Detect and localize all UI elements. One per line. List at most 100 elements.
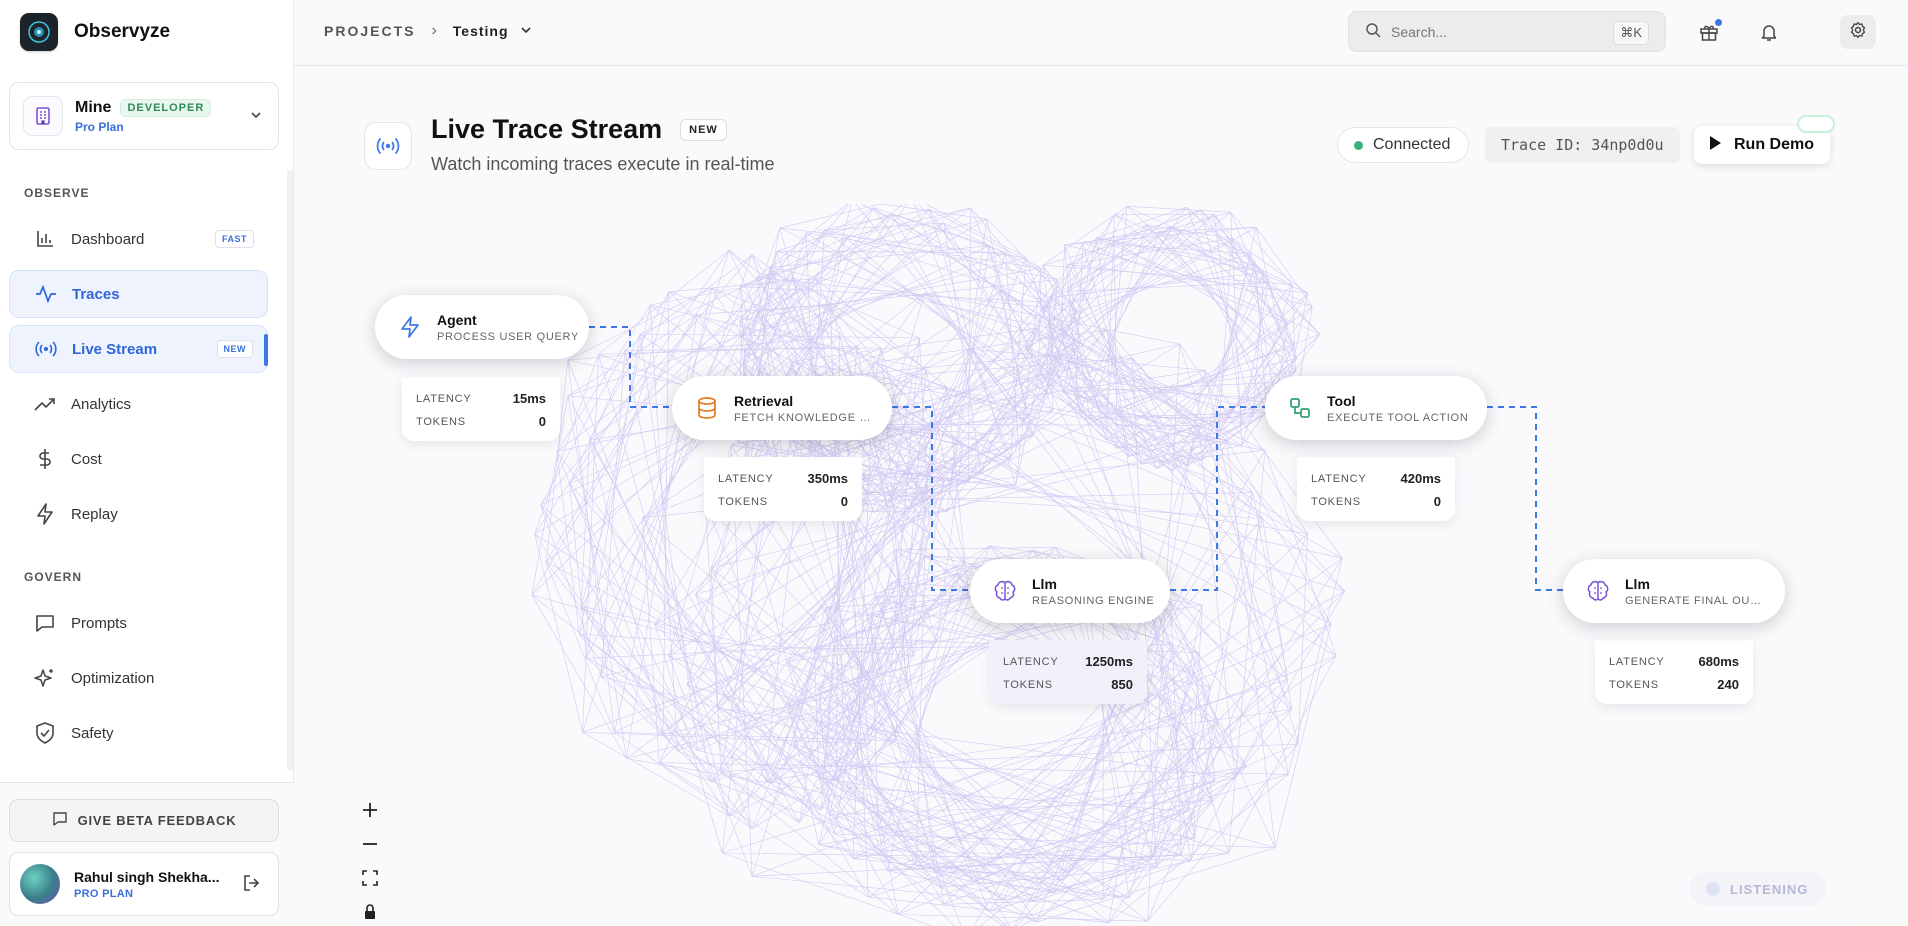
sidebar-footer: GIVE BETA FEEDBACK Rahul singh Shekha...… <box>0 782 294 926</box>
sidebar-item-label: Dashboard <box>71 230 145 248</box>
bell-icon[interactable] <box>1757 20 1781 44</box>
breadcrumb: PROJECTS › Testing <box>324 22 533 40</box>
latency-label: LATENCY <box>718 472 774 485</box>
workspace-role-badge: DEVELOPER <box>120 98 212 117</box>
latency-value: 350ms <box>807 471 848 486</box>
trace-node-llm-final[interactable]: Llm GENERATE FINAL OUT... <box>1563 559 1785 623</box>
sidebar-item-prompts[interactable]: Prompts <box>9 599 268 647</box>
chevron-down-icon <box>248 107 264 128</box>
sidebar-item-replay[interactable]: Replay <box>9 490 268 538</box>
sidebar-item-label: Prompts <box>71 614 127 632</box>
sidebar-item-live-stream[interactable]: Live Stream NEW <box>9 325 268 373</box>
sidebar-item-cost[interactable]: Cost <box>9 435 268 483</box>
user-plan: PRO PLAN <box>74 887 134 900</box>
node-metrics: LATENCY 680ms TOKENS 240 <box>1595 640 1753 704</box>
database-icon <box>694 395 720 421</box>
tokens-label: TOKENS <box>718 495 768 508</box>
page-title-row: Live Trace Stream NEW <box>431 114 727 145</box>
zoom-in-icon[interactable] <box>356 796 384 824</box>
bar-chart-icon <box>33 227 57 251</box>
zoom-out-icon[interactable] <box>356 830 384 858</box>
sidebar: Observyze Mine DEVELOPER Pro Plan OBSERV… <box>0 0 294 926</box>
breadcrumb-separator: › <box>431 22 437 39</box>
section-label-govern: GOVERN <box>24 570 83 584</box>
new-badge: NEW <box>216 340 253 358</box>
tokens-label: TOKENS <box>1311 495 1361 508</box>
latency-value: 420ms <box>1400 471 1441 486</box>
node-metrics: LATENCY 350ms TOKENS 0 <box>704 457 862 521</box>
node-action: REASONING ENGINE <box>1032 594 1155 607</box>
latency-label: LATENCY <box>1609 655 1665 668</box>
node-action: PROCESS USER QUERY <box>437 330 579 343</box>
sidebar-item-safety[interactable]: Safety <box>9 709 268 757</box>
node-metrics: LATENCY 420ms TOKENS 0 <box>1297 457 1455 521</box>
fit-view-icon[interactable] <box>356 864 384 892</box>
latency-value: 680ms <box>1698 654 1739 669</box>
page-title: Live Trace Stream <box>431 114 663 144</box>
latency-label: LATENCY <box>416 392 472 405</box>
building-icon <box>23 96 63 136</box>
tokens-value: 0 <box>538 414 546 429</box>
status-dot <box>1354 140 1363 150</box>
broadcast-icon <box>34 337 58 361</box>
trace-node-tool[interactable]: Tool EXECUTE TOOL ACTION <box>1265 376 1487 440</box>
user-card[interactable]: Rahul singh Shekha... PRO PLAN <box>9 852 279 916</box>
trace-node-retrieval[interactable]: Retrieval FETCH KNOWLEDGE B... <box>672 376 892 440</box>
tokens-value: 240 <box>1717 677 1739 692</box>
search-input[interactable]: Search... ⌘K <box>1348 11 1666 52</box>
sidebar-item-label: Replay <box>71 505 118 523</box>
workspace-switcher[interactable]: Mine DEVELOPER Pro Plan <box>9 82 279 150</box>
listening-label: LISTENING <box>1730 881 1809 897</box>
node-type: Llm <box>1032 575 1057 592</box>
node-action: GENERATE FINAL OUT... <box>1625 594 1765 607</box>
topbar: PROJECTS › Testing Search... ⌘K <box>294 0 1908 66</box>
breadcrumb-projects[interactable]: PROJECTS <box>324 23 415 39</box>
feedback-label: GIVE BETA FEEDBACK <box>77 813 237 828</box>
zap-icon <box>397 314 423 340</box>
sparkles-icon <box>33 666 57 690</box>
play-icon <box>1708 135 1722 156</box>
app-name: Observyze <box>74 21 171 42</box>
dollar-icon <box>33 447 57 471</box>
canvas-controls <box>356 796 384 926</box>
lock-icon[interactable] <box>356 898 384 926</box>
zap-icon <box>33 502 57 526</box>
project-selector[interactable]: Testing <box>453 23 533 40</box>
sidebar-scrollbar[interactable] <box>287 170 293 770</box>
status-toggle[interactable] <box>1797 115 1835 133</box>
node-type: Tool <box>1327 392 1356 409</box>
settings-button[interactable] <box>1840 15 1876 49</box>
node-metrics: LATENCY 15ms TOKENS 0 <box>402 377 560 441</box>
connection-status: Connected <box>1337 127 1470 163</box>
sidebar-item-dashboard[interactable]: Dashboard FAST <box>9 215 268 263</box>
listening-dot <box>1706 882 1720 896</box>
trace-node-agent[interactable]: Agent PROCESS USER QUERY <box>375 295 589 359</box>
logout-icon[interactable] <box>242 873 262 898</box>
sidebar-item-label: Cost <box>71 450 102 468</box>
brand[interactable]: Observyze <box>20 12 170 52</box>
tokens-label: TOKENS <box>416 415 466 428</box>
broadcast-icon <box>364 122 412 170</box>
latency-label: LATENCY <box>1311 472 1367 485</box>
sidebar-item-analytics[interactable]: Analytics <box>9 380 268 428</box>
search-shortcut: ⌘K <box>1613 21 1649 45</box>
tokens-value: 850 <box>1111 677 1133 692</box>
sidebar-item-traces[interactable]: Traces <box>9 270 268 318</box>
fast-badge: FAST <box>214 230 254 248</box>
workspace-plan: Pro Plan <box>75 119 124 134</box>
sidebar-item-label: Traces <box>72 285 120 303</box>
give-feedback-button[interactable]: GIVE BETA FEEDBACK <box>9 799 279 842</box>
tokens-label: TOKENS <box>1609 678 1659 691</box>
trace-id[interactable]: Trace ID: 34np0d0u <box>1485 127 1680 163</box>
listening-indicator: LISTENING <box>1690 872 1827 906</box>
node-type: Retrieval <box>734 392 794 409</box>
user-name: Rahul singh Shekha... <box>74 868 220 885</box>
sidebar-item-optimization[interactable]: Optimization <box>9 654 268 702</box>
trace-node-llm-reasoning[interactable]: Llm REASONING ENGINE <box>970 559 1170 623</box>
gift-icon[interactable] <box>1697 19 1722 44</box>
workflow-icon <box>1287 395 1313 421</box>
tokens-value: 0 <box>1433 494 1441 509</box>
notification-dot <box>1715 19 1722 26</box>
node-metrics: LATENCY 1250ms TOKENS 850 <box>989 640 1147 704</box>
avatar <box>20 864 60 904</box>
